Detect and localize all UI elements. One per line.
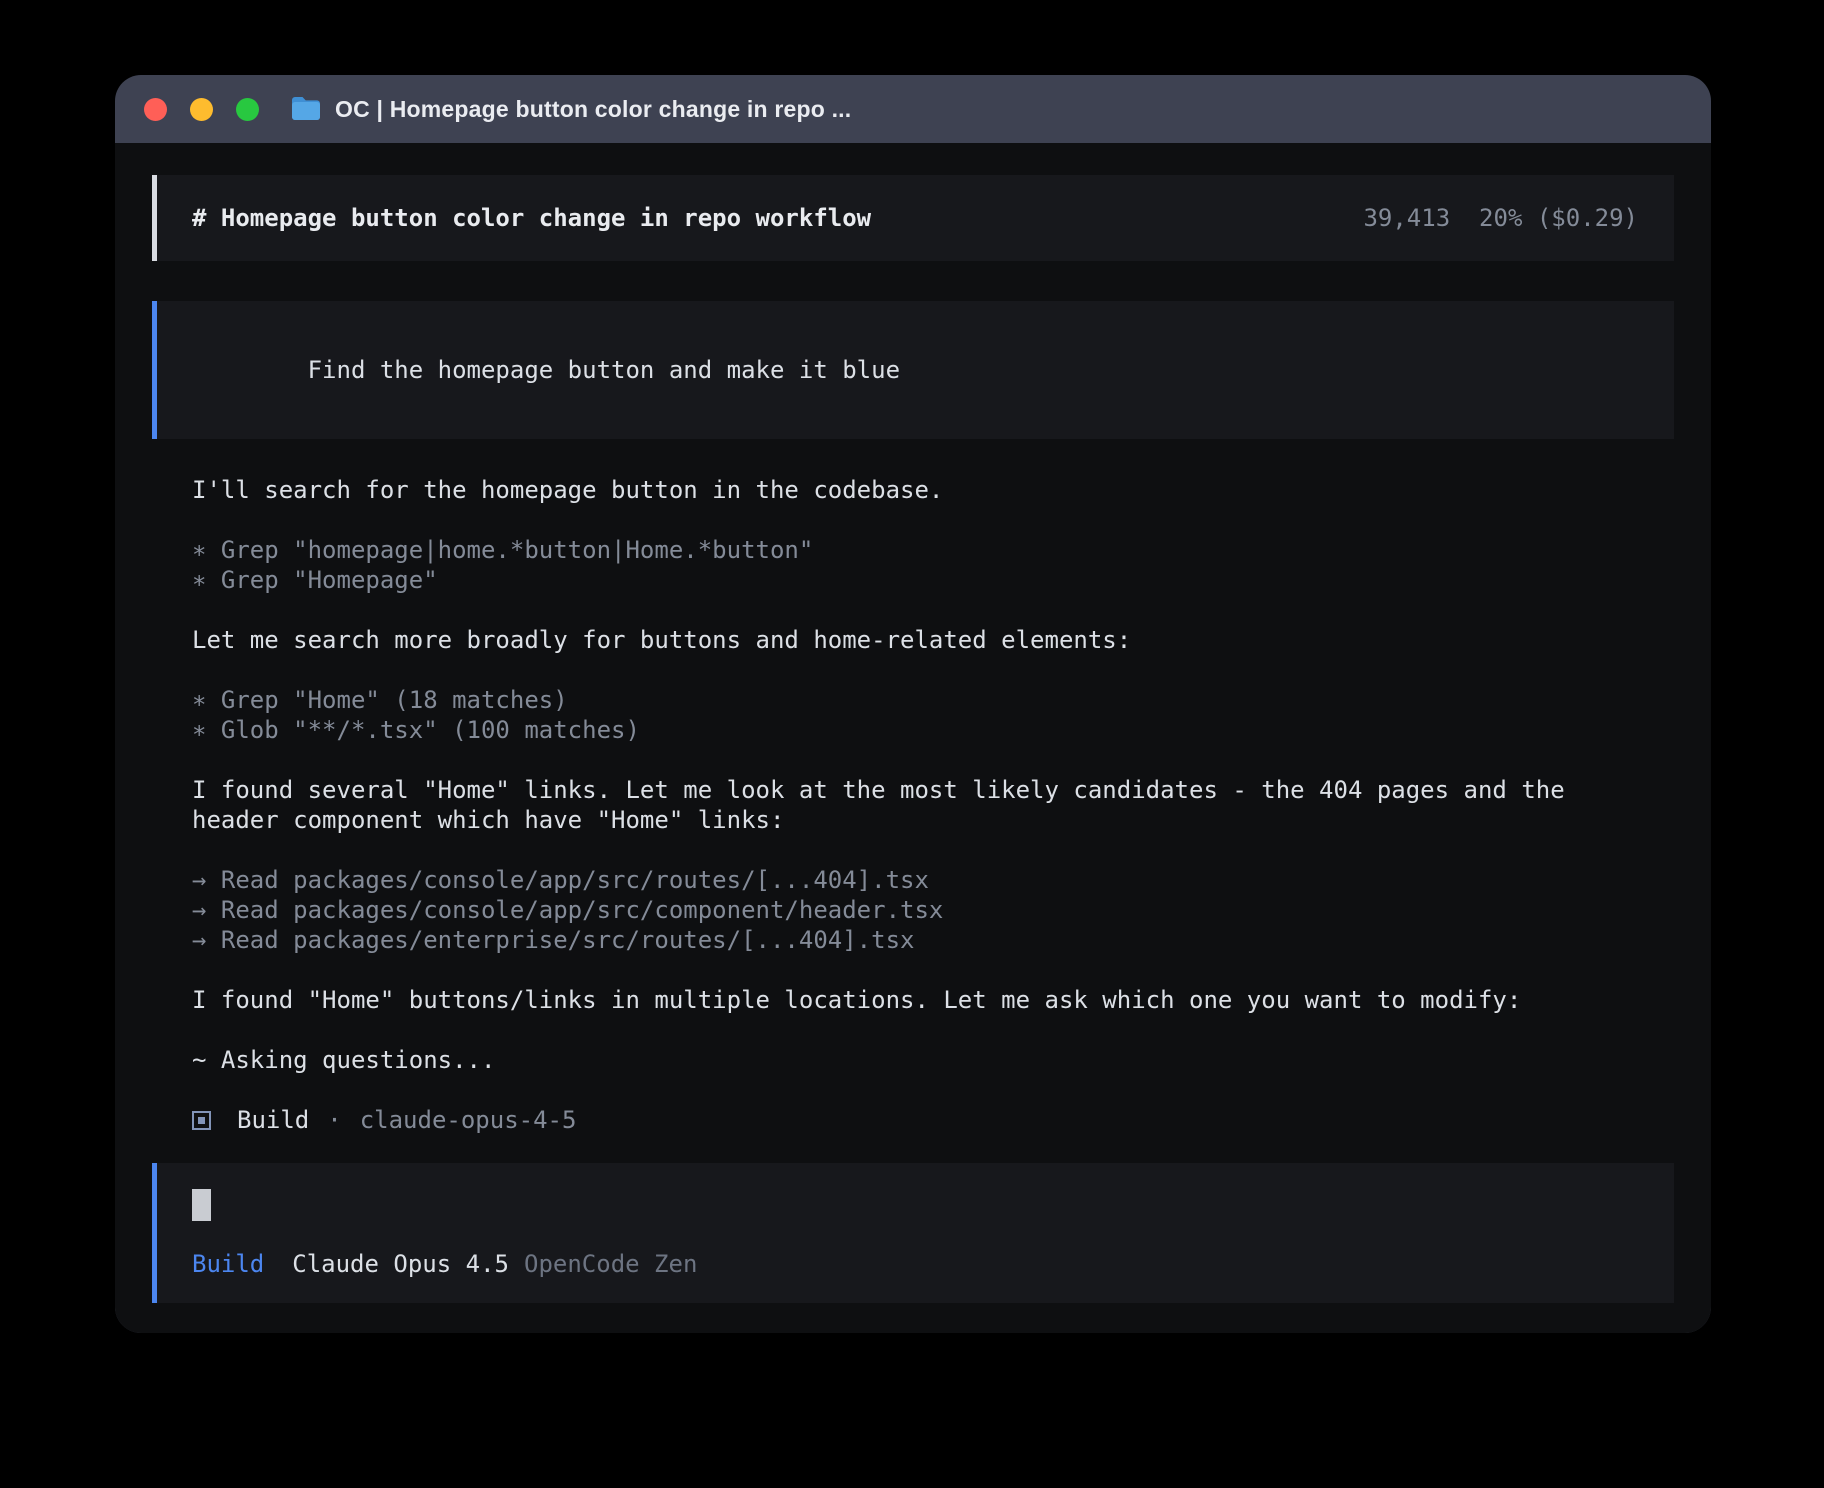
folder-icon — [290, 96, 322, 122]
conversation-line-tool: ∗ Grep "homepage|home.*button|Home.*butt… — [192, 535, 1634, 565]
conversation: I'll search for the homepage button in t… — [152, 475, 1674, 1075]
traffic-lights — [144, 98, 282, 121]
conversation-line-tool: → Read packages/enterprise/src/routes/[.… — [192, 925, 1634, 955]
close-button[interactable] — [144, 98, 167, 121]
shortcut-variants: ctrl+t variants — [1034, 1329, 1249, 1333]
conversation-line-tool: → Read packages/console/app/src/componen… — [192, 895, 1634, 925]
shortcut-commands: ctrl+p commands — [1457, 1329, 1672, 1333]
conversation-line-assistant: I found several "Home" links. Let me loo… — [192, 775, 1634, 835]
conversation-blank-line — [192, 595, 1634, 625]
session-header: # Homepage button color change in repo w… — [152, 175, 1674, 261]
ctrl+t-key-hint: ctrl+t — [1034, 1330, 1121, 1333]
ctrl+p-key-action: commands — [1556, 1330, 1672, 1333]
spinner-dots: ········ — [154, 1329, 358, 1333]
user-message: Find the homepage button and make it blu… — [152, 301, 1674, 439]
conversation-line-assistant: Let me search more broadly for buttons a… — [192, 625, 1634, 655]
conversation-line-tool: → Read packages/console/app/src/routes/[… — [192, 865, 1634, 895]
status-bar: ········ esc interrupt ctrl+t variants tab a… — [152, 1329, 1674, 1333]
session-title: # Homepage button color change in repo w… — [192, 203, 871, 233]
shortcut-interrupt: esc interrupt — [392, 1329, 578, 1333]
conversation-line-tool: ∗ Glob "**/*.tsx" (100 matches) — [192, 715, 1634, 745]
conversation-line-tool: ∗ Grep "Home" (18 matches) — [192, 685, 1634, 715]
input-meta: Build Claude Opus 4.5 OpenCode Zen — [192, 1249, 1638, 1279]
window-title: OC | Homepage button color change in rep… — [335, 96, 851, 123]
esc-key-hint: esc — [392, 1330, 435, 1333]
zoom-button[interactable] — [236, 98, 259, 121]
prompt-input[interactable]: Build Claude Opus 4.5 OpenCode Zen — [152, 1163, 1674, 1303]
separator-dot: · — [327, 1105, 341, 1135]
agent-status-line: Build · claude-opus-4-5 — [152, 1105, 1674, 1135]
conversation-blank-line — [192, 745, 1634, 775]
agent-name: Build — [237, 1105, 309, 1135]
conversation-line-assistant: ~ Asking questions... — [192, 1045, 1634, 1075]
input-agent-label[interactable]: Build — [192, 1249, 264, 1279]
user-message-text: Find the homepage button and make it blu… — [308, 356, 900, 384]
conversation-blank-line — [192, 835, 1634, 865]
tab-key-action: agents — [1338, 1330, 1425, 1333]
tab-key-hint: tab — [1282, 1330, 1325, 1333]
desktop: OC | Homepage button color change in rep… — [0, 0, 1824, 1488]
input-provider-label: OpenCode Zen — [524, 1249, 697, 1279]
status-bar-shortcuts: ctrl+t variants tab agents ctrl+p commands — [1034, 1329, 1672, 1333]
status-bar-left: ········ esc interrupt — [154, 1329, 578, 1333]
text-cursor — [192, 1189, 211, 1221]
conversation-line-tool: ∗ Grep "Homepage" — [192, 565, 1634, 595]
terminal-window: OC | Homepage button color change in rep… — [115, 75, 1711, 1333]
conversation-line-assistant: I found "Home" buttons/links in multiple… — [192, 985, 1634, 1015]
conversation-blank-line — [192, 655, 1634, 685]
ctrl+p-key-hint: ctrl+p — [1457, 1330, 1544, 1333]
conversation-blank-line — [192, 505, 1634, 535]
conversation-line-assistant: I'll search for the homepage button in t… — [192, 475, 1634, 505]
esc-key-action: interrupt — [448, 1330, 578, 1333]
window-titlebar[interactable]: OC | Homepage button color change in rep… — [115, 75, 1711, 143]
conversation-blank-line — [192, 1015, 1634, 1045]
terminal-content: # Homepage button color change in repo w… — [115, 143, 1711, 1333]
shortcut-agents: tab agents — [1282, 1329, 1425, 1333]
input-model-label: Claude Opus 4.5 — [292, 1249, 509, 1279]
minimize-button[interactable] — [190, 98, 213, 121]
model-name: claude-opus-4-5 — [360, 1105, 577, 1135]
conversation-blank-line — [192, 955, 1634, 985]
agent-badge-icon — [192, 1111, 211, 1130]
ctrl+t-key-action: variants — [1134, 1330, 1250, 1333]
session-stats: 39,413 20% ($0.29) — [1363, 203, 1638, 233]
